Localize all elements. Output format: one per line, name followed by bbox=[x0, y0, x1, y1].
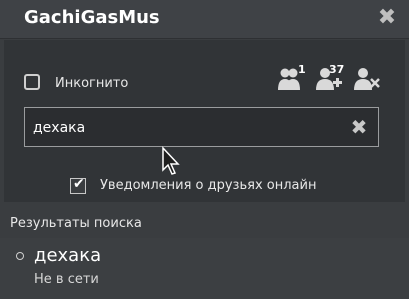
clear-icon[interactable]: ✖ bbox=[348, 116, 370, 138]
notifications-label: Уведомления о друзьях онлайн bbox=[100, 178, 317, 193]
offline-status-icon bbox=[16, 252, 24, 260]
search-box: ✖ bbox=[24, 107, 379, 147]
incognito-label: Инкогнито bbox=[55, 76, 129, 91]
result-status: Не в сети bbox=[34, 272, 99, 287]
close-icon[interactable]: ✖ bbox=[377, 7, 397, 29]
add-friend-count-badge: 37 bbox=[329, 63, 345, 76]
search-results-title: Результаты поиска bbox=[10, 216, 142, 231]
check-icon: ✔ bbox=[73, 176, 85, 192]
mouse-cursor-icon bbox=[162, 146, 180, 175]
search-input[interactable] bbox=[31, 117, 335, 139]
incognito-checkbox[interactable] bbox=[24, 74, 40, 90]
result-name: дехака bbox=[34, 245, 102, 266]
friends-count-badge: 1 bbox=[298, 63, 306, 76]
notifications-checkbox[interactable]: ✔ bbox=[70, 176, 86, 194]
remove-friend-icon[interactable] bbox=[353, 64, 381, 92]
window-header: GachiGasMus ✖ bbox=[0, 0, 409, 39]
search-result-item[interactable]: дехака Не в сети bbox=[0, 238, 409, 299]
window-title: GachiGasMus bbox=[24, 7, 160, 28]
